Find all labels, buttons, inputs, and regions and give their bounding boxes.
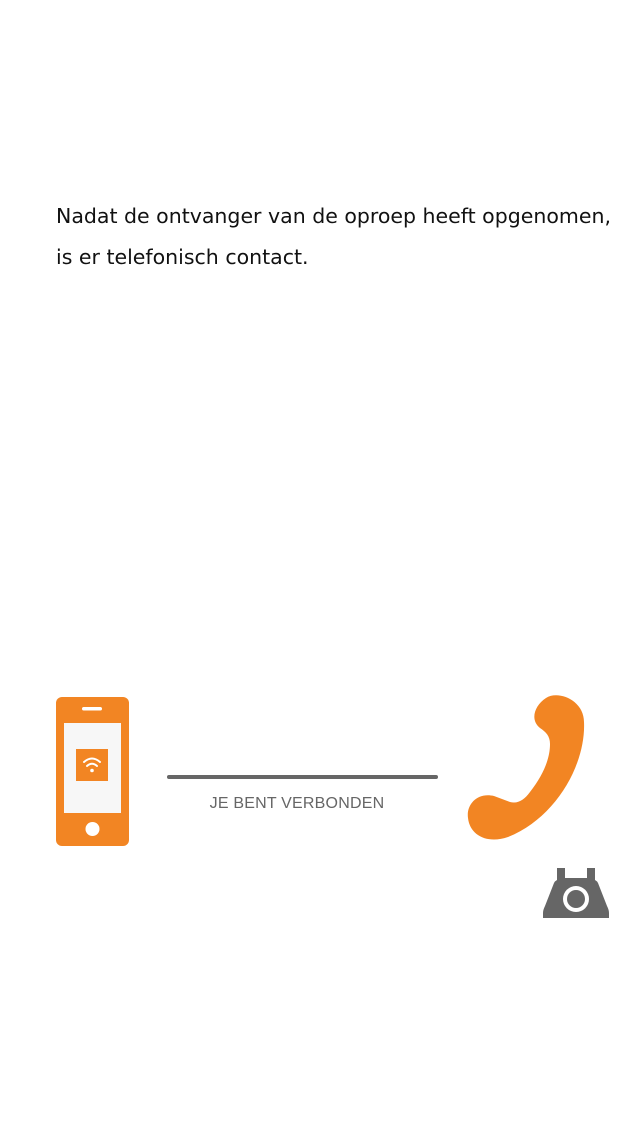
instruction-line-1: Nadat de ontvanger van de oproep heeft o… bbox=[56, 204, 611, 228]
connection-line bbox=[167, 775, 438, 779]
landline-phone-icon bbox=[543, 868, 609, 918]
instruction-line-2: is er telefonisch contact. bbox=[56, 245, 309, 269]
phone-handset-icon bbox=[467, 695, 585, 840]
instruction-text: Nadat de ontvanger van de oproep heeft o… bbox=[56, 196, 616, 278]
smartphone-wifi-icon bbox=[56, 697, 129, 846]
connection-status: JE BENT VERBONDEN bbox=[209, 795, 385, 812]
